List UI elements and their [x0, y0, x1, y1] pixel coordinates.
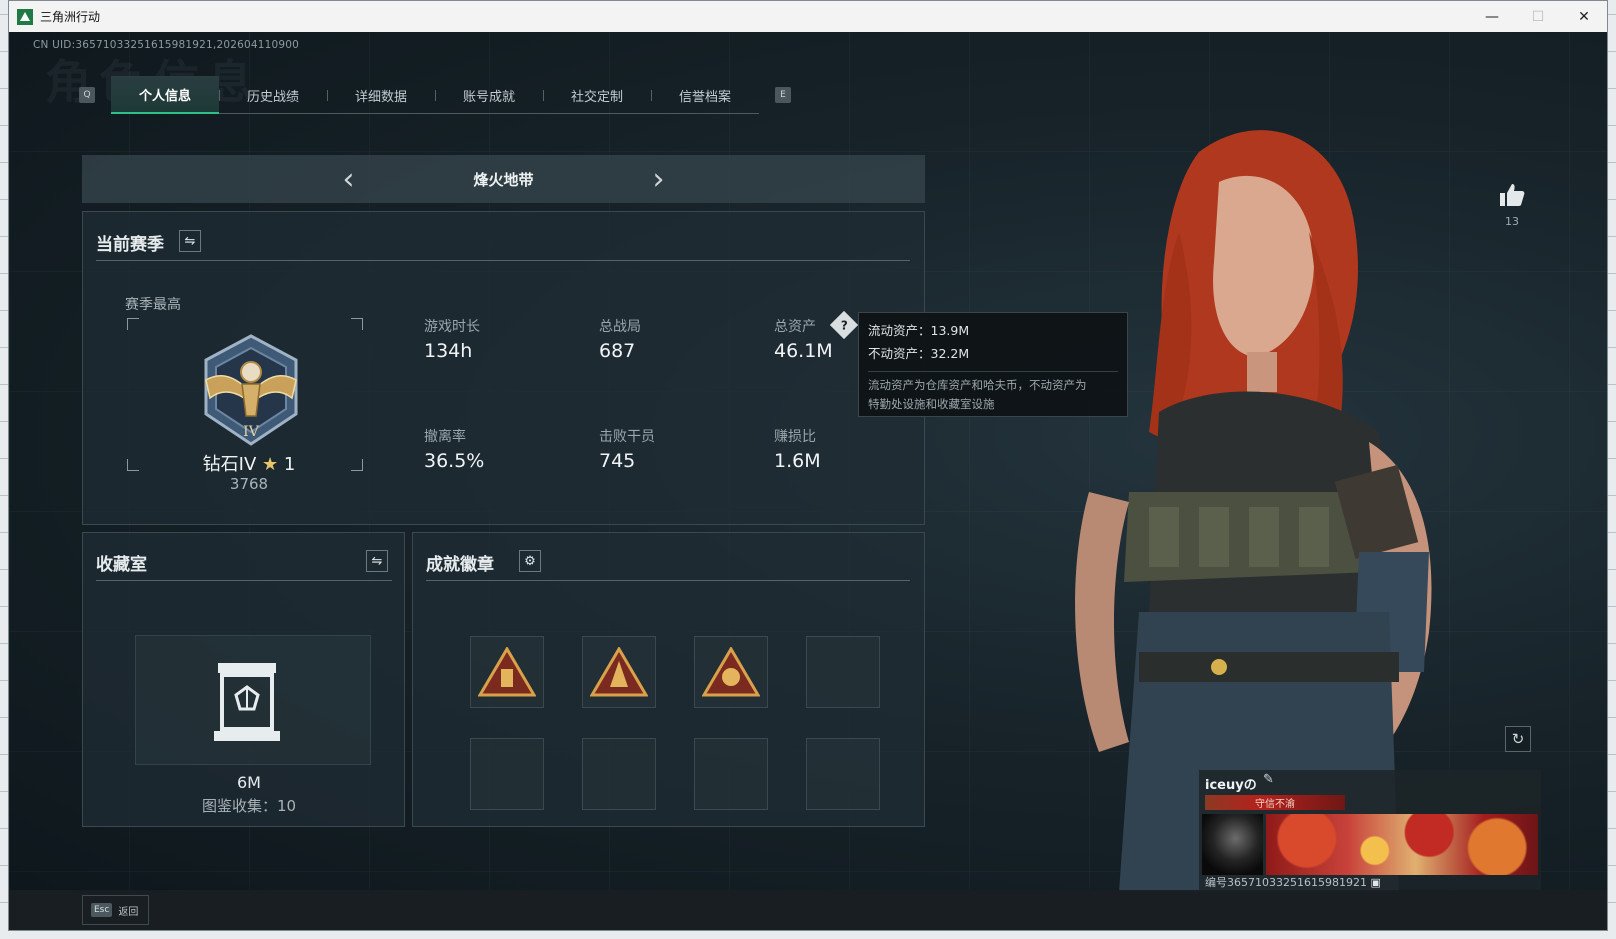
back-button[interactable]: Esc 返回 — [82, 895, 149, 925]
badge-slot-6[interactable] — [582, 738, 656, 810]
rank-score: 3768 — [229, 475, 269, 493]
like-count: 13 — [1505, 215, 1519, 228]
star-icon: ★ — [262, 454, 279, 475]
season-divider — [96, 260, 910, 261]
rank-line: 钻石IV ★ 1 — [169, 450, 329, 476]
player-card[interactable]: iceuyの ✎ 守信不渝 编号36571033251615981921 ▣ — [1199, 770, 1541, 890]
prev-mode-button[interactable]: ‹ — [329, 162, 369, 197]
badge-icon — [478, 647, 536, 697]
vault-collection-count: 图鉴收集：10 — [201, 797, 297, 815]
vault-switch-button[interactable]: ⇋ — [366, 550, 388, 572]
vault-cabinet-icon — [214, 663, 280, 741]
badge-icon — [702, 647, 760, 697]
game-window: 三角洲行动 — ☐ ✕ 角色信息 CN UID:3657103325161598… — [8, 0, 1608, 931]
rank-stars: 1 — [283, 454, 296, 475]
frame-corner-tr — [351, 318, 363, 330]
stat-value-assets: 46.1M — [774, 340, 833, 362]
tab-bar: Q 个人信息 历史战绩 详细数据 账号成就 社交定制 信誉档案 E — [79, 76, 791, 114]
frame-corner-bl — [127, 459, 139, 471]
badge-slot-1[interactable] — [470, 636, 544, 708]
vault-value: 6M — [237, 773, 261, 792]
frame-corner-br — [351, 459, 363, 471]
badge-slot-3[interactable] — [694, 636, 768, 708]
footer-bar — [9, 890, 1607, 930]
stat-label-profit-ratio: 赚损比 — [774, 429, 816, 445]
uid-label: CN UID:3657103325161598192​1,20260411090… — [33, 39, 300, 51]
next-tab-key-hint[interactable]: E — [775, 87, 791, 103]
maximize-button[interactable]: ☐ — [1515, 1, 1561, 32]
swap-icon: ⇋ — [371, 553, 383, 569]
emblem-numeral: IV — [243, 424, 260, 440]
badge-slot-8[interactable] — [806, 738, 880, 810]
stat-label-matches: 总战局 — [599, 319, 641, 335]
season-best-label: 赛季最高 — [125, 297, 181, 313]
profile-screen: 角色信息 CN UID:3657103325161598192​1,202604… — [9, 32, 1607, 930]
stat-label-kills: 击败干员 — [599, 429, 655, 445]
next-mode-button[interactable]: › — [639, 162, 679, 197]
stat-value-kills: 745 — [599, 450, 636, 472]
badge-slot-2[interactable] — [582, 636, 656, 708]
stat-label-assets: 总资产 — [774, 319, 816, 335]
rank-emblem-icon: IV — [204, 334, 298, 446]
player-banner — [1266, 814, 1538, 875]
stat-value-extract-rate: 36.5% — [424, 450, 485, 472]
title-bar: 三角洲行动 — ☐ ✕ — [9, 1, 1607, 32]
close-button[interactable]: ✕ — [1561, 1, 1607, 32]
stat-value-profit-ratio: 1.6M — [774, 450, 821, 472]
mode-selector: ‹ 烽火地带 › — [82, 155, 925, 203]
badges-title: 成就徽章 — [426, 555, 494, 575]
refresh-icon: ↻ — [1511, 730, 1525, 748]
refresh-button[interactable]: ↻ — [1505, 726, 1531, 752]
tab-achievements[interactable]: 账号成就 — [435, 76, 543, 114]
mode-name: 烽火地带 — [473, 170, 534, 189]
tab-social[interactable]: 社交定制 — [543, 76, 651, 114]
gear-icon: ⚙ — [524, 553, 536, 569]
player-id-text: 编号36571033251615981921 — [1205, 876, 1367, 889]
frame-corner-tl — [127, 318, 139, 330]
stat-value-matches: 687 — [599, 340, 636, 362]
rank-name: 钻石IV — [202, 454, 257, 475]
minimize-button[interactable]: — — [1469, 1, 1515, 32]
player-name: iceuyの — [1205, 778, 1257, 793]
tab-strip: 个人信息 历史战绩 详细数据 账号成就 社交定制 信誉档案 — [111, 76, 759, 114]
badge-slot-7[interactable] — [694, 738, 768, 810]
avatar — [1202, 814, 1263, 875]
esc-key-hint: Esc — [91, 903, 113, 917]
back-label: 返回 — [118, 906, 139, 918]
window-title: 三角洲行动 — [40, 10, 101, 24]
edit-name-icon[interactable]: ✎ — [1263, 772, 1274, 787]
swap-icon: ⇋ — [184, 233, 196, 249]
badge-slot-4[interactable] — [806, 636, 880, 708]
player-id: 编号36571033251615981921 ▣ — [1205, 874, 1381, 890]
tab-personal-info[interactable]: 个人信息 — [111, 76, 219, 114]
stat-value-playtime: 134h — [424, 340, 473, 362]
app-logo-icon — [17, 8, 33, 25]
badge-icon — [590, 647, 648, 697]
stat-label-extract-rate: 撤离率 — [424, 429, 466, 445]
tab-detailed-data[interactable]: 详细数据 — [327, 76, 435, 114]
badges-divider — [426, 580, 910, 581]
stat-label-playtime: 游戏时长 — [424, 319, 480, 335]
tab-match-history[interactable]: 历史战绩 — [219, 76, 327, 114]
season-switch-button[interactable]: ⇋ — [179, 230, 201, 252]
copy-icon[interactable]: ▣ — [1370, 876, 1380, 889]
like-button[interactable]: 13 — [1492, 183, 1532, 228]
vault-divider — [96, 580, 392, 581]
prev-tab-key-hint[interactable]: Q — [79, 87, 95, 103]
window-controls: — ☐ ✕ — [1469, 1, 1607, 32]
player-title-tag: 守信不渝 — [1205, 795, 1345, 810]
thumbs-up-icon — [1500, 184, 1525, 206]
badges-settings-button[interactable]: ⚙ — [519, 550, 541, 572]
badge-slot-5[interactable] — [470, 738, 544, 810]
season-title: 当前赛季 — [96, 235, 164, 255]
tab-reputation[interactable]: 信誉档案 — [651, 76, 759, 114]
vault-title: 收藏室 — [96, 555, 147, 575]
